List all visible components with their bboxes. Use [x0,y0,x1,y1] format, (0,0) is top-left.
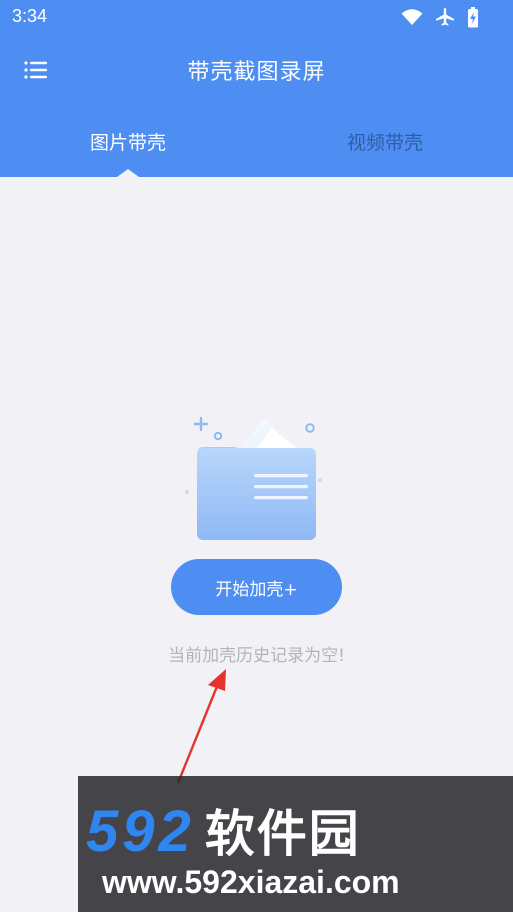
status-time: 3:34 [12,6,48,26]
app-header: 3:34 带壳截图录屏 图片带壳 视频带壳 [0,0,513,177]
watermark-url: www.592xiazai.com [102,864,400,900]
tab-bar: 图片带壳 视频带壳 [0,120,513,177]
active-tab-indicator [117,169,139,177]
site-watermark: 592 软件园 www.592xiazai.com [78,776,513,912]
red-arrow-annotation [176,669,226,784]
wifi-icon [401,9,423,25]
start-add-shell-button[interactable]: 开始加壳+ [171,559,342,615]
tab-image-shell[interactable]: 图片带壳 [0,128,256,155]
page-title: 带壳截图录屏 [187,60,326,85]
status-icons [401,6,479,28]
tab-video-shell[interactable]: 视频带壳 [257,128,513,155]
battery-charging-icon [468,6,478,27]
empty-history-message: 当前加壳历史记录为空! [168,646,345,666]
airplane-mode-icon [436,8,454,26]
watermark-logo: 592 软件园 [86,794,361,866]
status-bar: 3:34 [0,0,513,36]
watermark-logo-number: 592 [86,799,195,864]
watermark-logo-text: 软件园 [204,805,361,863]
empty-folder-icon [185,416,322,540]
